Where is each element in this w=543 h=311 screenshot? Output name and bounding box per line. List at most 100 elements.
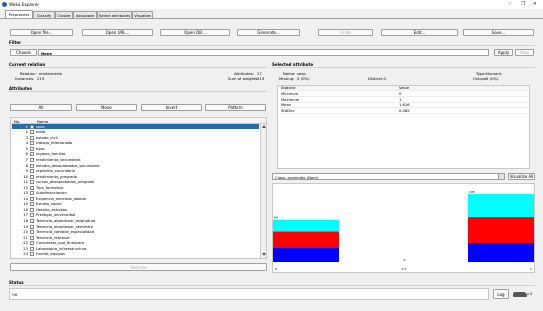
attribute-checkbox[interactable] xyxy=(30,241,34,246)
attribute-list[interactable]: No. Name 1 sexo 2 edad 3 estado_civil 4 trabajo… xyxy=(10,117,267,259)
minimize-icon[interactable]: – xyxy=(509,2,511,7)
attribute-number: 21 xyxy=(23,235,28,240)
attribute-checkbox[interactable] xyxy=(30,252,34,257)
statistic-value: 1.616 xyxy=(399,103,410,108)
attribute-checkbox[interactable] xyxy=(30,157,34,162)
attribute-checkbox[interactable] xyxy=(30,185,34,190)
histogram-count-label: 0 xyxy=(404,258,406,262)
attr-unique-value: 0 (0%) xyxy=(486,76,499,81)
none-button[interactable]: None xyxy=(76,104,137,111)
open-db-button[interactable]: Open DB... xyxy=(160,29,230,36)
stop-button[interactable]: Stop xyxy=(515,49,534,56)
histogram-axis-label: 0 xyxy=(275,267,277,271)
instances-value: 219 xyxy=(37,76,45,81)
statistic-row: StdDev 0.485 xyxy=(279,109,528,114)
attribute-name: Estrato_social xyxy=(36,202,62,207)
attribute-number: 24 xyxy=(23,252,28,257)
attribute-name: Horario_estudios xyxy=(36,207,67,212)
attribute-number: 23 xyxy=(23,246,28,251)
statistic-value: 0.485 xyxy=(399,108,410,113)
attribute-checkbox[interactable] xyxy=(30,163,34,168)
remove-button[interactable]: Remove xyxy=(10,263,267,271)
attribute-checkbox[interactable] xyxy=(30,146,34,151)
sum-weights-label: Sum of weights: xyxy=(228,76,259,81)
attribute-name: hijos xyxy=(36,146,45,151)
apply-button[interactable]: Apply xyxy=(494,49,513,56)
attribute-name: edad xyxy=(36,130,46,135)
scroll-down-icon[interactable] xyxy=(262,253,266,256)
attribute-checkbox[interactable] xyxy=(30,213,34,218)
attribute-checkbox[interactable] xyxy=(30,219,34,224)
attribute-name: estado_civil xyxy=(36,135,58,140)
choose-filter-button[interactable]: Choose xyxy=(10,49,37,56)
undo-button[interactable]: Undo xyxy=(318,29,373,36)
all-button[interactable]: All xyxy=(10,104,72,111)
tab-classify[interactable]: Classify xyxy=(33,11,55,18)
scroll-up-icon[interactable] xyxy=(262,125,266,128)
open-file-button[interactable]: Open file... xyxy=(10,29,73,36)
attr-distinct-label: Distinct: xyxy=(368,76,384,81)
generate-button[interactable]: Generate... xyxy=(237,29,300,36)
maximize-icon[interactable]: ❐ xyxy=(521,2,525,7)
tab-associate[interactable]: Associate xyxy=(73,11,97,18)
class-select[interactable]: Class: promedio (Nom) xyxy=(272,173,505,180)
weka-count: x 0 xyxy=(527,292,533,296)
attribute-number: 2 xyxy=(25,130,28,135)
attribute-number: 7 xyxy=(25,157,28,162)
histogram-axis-label: 1 xyxy=(530,267,532,271)
attribute-checkbox[interactable] xyxy=(30,202,34,207)
log-button[interactable]: Log xyxy=(493,289,509,299)
attribute-name: Autofinanciacion xyxy=(36,191,67,196)
attribute-checkbox[interactable] xyxy=(30,130,34,135)
filter-field[interactable]: None xyxy=(38,49,489,56)
chevron-down-icon[interactable] xyxy=(498,174,504,179)
attribute-name: Tenencia_abandonar_asignatura xyxy=(36,219,96,224)
statistic-name: Maximum xyxy=(281,97,300,102)
attribute-checkbox[interactable] xyxy=(30,230,34,235)
invert-button[interactable]: Invert xyxy=(141,104,202,111)
attribute-number: 13 xyxy=(23,191,28,196)
attribute-number: 6 xyxy=(25,152,28,157)
class-select-value: Class: promedio (Nom) xyxy=(275,175,319,180)
pattern-button[interactable]: Pattern xyxy=(205,104,266,111)
filter-rule xyxy=(9,45,535,46)
attribute-number: 5 xyxy=(25,146,28,151)
attribute-checkbox[interactable] xyxy=(30,174,34,179)
statistic-value: 1 xyxy=(399,97,402,102)
tab-preprocess[interactable]: Preprocess xyxy=(5,10,33,18)
attribute-checkbox[interactable] xyxy=(30,124,34,129)
attribute-checkbox[interactable] xyxy=(30,207,34,212)
attribute-number: 9 xyxy=(25,169,28,174)
statistics-table: Statistic Value Minimum 0 Maximum 1 Mean 1.61… xyxy=(277,85,530,169)
attribute-checkbox[interactable] xyxy=(30,235,34,240)
tab-cluster[interactable]: Cluster xyxy=(55,11,73,18)
attribute-checkbox[interactable] xyxy=(30,196,34,201)
save-button[interactable]: Save... xyxy=(463,29,534,36)
histogram-count-label: 84 xyxy=(274,216,278,220)
attribute-checkbox[interactable] xyxy=(30,191,34,196)
open-url-button[interactable]: Open URL... xyxy=(82,29,153,36)
attribute-number: 22 xyxy=(23,241,28,246)
attribute-name: Exigencia_mercado_laboral xyxy=(36,196,87,201)
attribute-checkbox[interactable] xyxy=(30,135,34,140)
weka-bird-icon xyxy=(513,292,527,297)
tab-visualize[interactable]: Visualize xyxy=(132,11,153,18)
window-title: Weka Explorer xyxy=(9,2,40,7)
close-icon[interactable]: ✕ xyxy=(533,2,537,7)
attr-missing-label: Missing: xyxy=(279,76,295,81)
attr-distinct-value: 2 xyxy=(384,76,387,81)
attribute-checkbox[interactable] xyxy=(30,152,34,157)
attribute-checkbox[interactable] xyxy=(30,246,34,251)
edit-button[interactable]: Edit... xyxy=(381,29,458,36)
attribute-checkbox[interactable] xyxy=(30,180,34,185)
visualize-all-button[interactable]: Visualize All xyxy=(508,173,535,180)
attribute-number: 3 xyxy=(25,135,28,140)
histogram-bar-segment xyxy=(273,247,339,262)
statistic-name: StdDev xyxy=(281,108,295,113)
attribute-row[interactable]: 24 Fuente_equipos xyxy=(12,252,259,257)
attribute-checkbox[interactable] xyxy=(30,141,34,146)
attribute-checkbox[interactable] xyxy=(30,224,34,229)
tab-select-attributes[interactable]: Select attributes xyxy=(97,11,132,18)
attribute-checkbox[interactable] xyxy=(30,169,34,174)
attribute-list-scrollbar[interactable] xyxy=(260,124,266,258)
